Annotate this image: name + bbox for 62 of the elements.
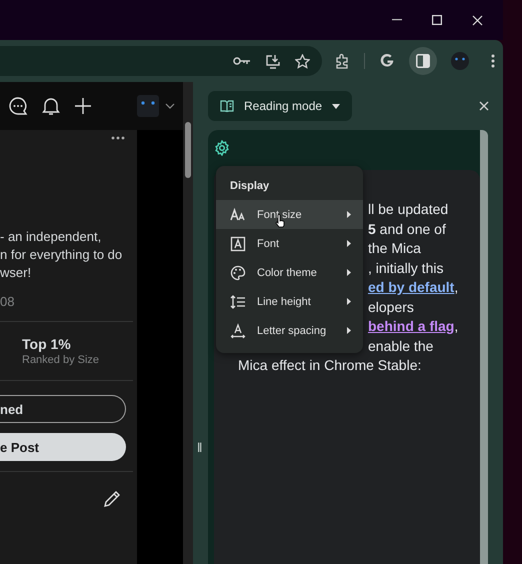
palette-icon bbox=[230, 264, 246, 280]
more-icon[interactable] bbox=[491, 54, 495, 68]
avatar[interactable] bbox=[137, 95, 159, 117]
g-icon[interactable] bbox=[379, 53, 395, 69]
side-panel-button[interactable] bbox=[409, 47, 437, 75]
side-panel-icon bbox=[416, 54, 430, 68]
settings-icon[interactable] bbox=[214, 140, 230, 156]
menu-item[interactable]: Line height bbox=[216, 287, 363, 316]
article-text: Mica effect in Chrome Stable: bbox=[238, 356, 422, 375]
minimize-icon[interactable] bbox=[392, 19, 402, 21]
font-icon bbox=[230, 236, 246, 252]
description-text: n for everything to do bbox=[0, 246, 124, 264]
letter-spacing-icon bbox=[230, 322, 246, 338]
caret-right-icon bbox=[347, 240, 351, 247]
resize-handle[interactable]: ‖ bbox=[197, 440, 202, 455]
bell-icon[interactable] bbox=[42, 96, 60, 116]
pencil-icon[interactable] bbox=[103, 490, 121, 508]
stat-text: 08 bbox=[0, 294, 16, 309]
caret-right-icon bbox=[347, 211, 351, 218]
rank-label: Ranked by Size bbox=[22, 354, 100, 366]
description-text: wser! bbox=[0, 264, 32, 282]
line-height-icon bbox=[230, 294, 246, 310]
close-icon[interactable] bbox=[472, 14, 483, 26]
menu-item[interactable]: Font bbox=[216, 229, 363, 258]
avatar[interactable] bbox=[451, 52, 469, 70]
scrollbar-thumb[interactable] bbox=[480, 130, 488, 564]
close-icon[interactable] bbox=[479, 101, 489, 111]
article-text: enable the bbox=[368, 336, 434, 356]
book-icon bbox=[220, 100, 234, 112]
chevron-down-icon[interactable] bbox=[165, 103, 175, 109]
menu-item[interactable]: Letter spacing bbox=[216, 316, 363, 345]
reading-mode-dropdown[interactable]: Reading mode bbox=[208, 91, 352, 121]
install-icon[interactable] bbox=[265, 54, 281, 68]
description-text: - an independent, bbox=[0, 228, 102, 246]
key-icon[interactable] bbox=[233, 56, 251, 66]
extensions-icon[interactable] bbox=[334, 53, 350, 69]
caret-down-icon bbox=[332, 104, 340, 108]
joined-button[interactable]: ned bbox=[0, 395, 126, 423]
article-text: 5 and one of bbox=[368, 220, 446, 238]
article-text: , initially this bbox=[368, 258, 444, 278]
menu-title: Display bbox=[229, 179, 270, 194]
caret-right-icon bbox=[347, 327, 351, 334]
plus-icon[interactable] bbox=[74, 97, 92, 115]
article-link[interactable]: behind a flag bbox=[368, 318, 454, 334]
star-icon[interactable] bbox=[295, 54, 310, 68]
more-icon[interactable] bbox=[111, 136, 125, 140]
menu-item[interactable]: Font size bbox=[216, 200, 363, 229]
font-size-icon bbox=[230, 206, 246, 222]
article-link[interactable]: ed by default bbox=[368, 279, 454, 295]
rank-value: Top 1% bbox=[22, 336, 72, 352]
menu-item[interactable]: Color theme bbox=[216, 258, 363, 287]
chat-icon[interactable] bbox=[8, 96, 28, 116]
article-text: elopers bbox=[368, 298, 414, 317]
caret-right-icon bbox=[347, 298, 351, 305]
article-text: ed by default, bbox=[368, 278, 458, 297]
create-post-button[interactable]: e Post bbox=[0, 433, 126, 461]
maximize-icon[interactable] bbox=[432, 15, 442, 25]
scrollbar-thumb[interactable] bbox=[185, 122, 191, 178]
article-text: ll be updated bbox=[368, 200, 448, 219]
article-text: the Mica bbox=[368, 239, 421, 258]
article-text: behind a flag, bbox=[368, 317, 458, 336]
caret-right-icon bbox=[347, 269, 351, 276]
